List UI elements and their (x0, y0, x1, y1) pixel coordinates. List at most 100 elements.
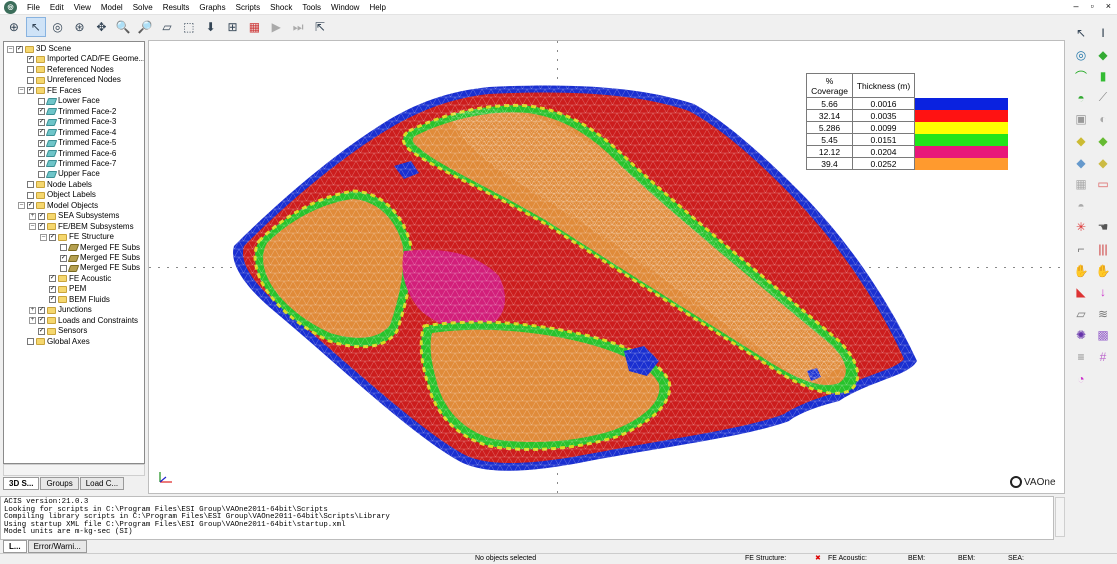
app-logo-icon[interactable]: ◎ (4, 0, 17, 14)
tree-node[interactable]: ✓ BEM Fluids (40, 295, 110, 305)
tree-node[interactable]: Merged FE Subs (51, 263, 140, 273)
menu-results[interactable]: Results (158, 0, 195, 15)
menu-window[interactable]: Window (326, 0, 364, 15)
arrow-down-icon[interactable]: ↓ (1094, 283, 1112, 301)
curve-icon[interactable]: ⌒ (1072, 67, 1090, 85)
tree-node[interactable]: – ✓ FE Faces (18, 86, 81, 96)
rotate-axis-icon[interactable]: ⊛ (70, 17, 90, 37)
zoom-in-icon[interactable]: 🔍 (113, 17, 133, 37)
tree-expander-icon[interactable]: – (40, 233, 47, 241)
ring-icon[interactable]: ◎ (1072, 46, 1090, 64)
tree-expander-icon[interactable]: – (18, 87, 25, 95)
tree-expander-icon[interactable]: + (29, 317, 36, 325)
plate-yellow-icon[interactable]: ◆ (1072, 132, 1090, 150)
tree-checkbox[interactable] (60, 264, 67, 272)
menu-help[interactable]: Help (364, 0, 390, 15)
tree-checkbox[interactable]: ✓ (38, 118, 45, 126)
tree-node[interactable]: Object Labels (18, 190, 96, 200)
tree-node[interactable]: ✓ Sensors (29, 326, 87, 336)
tree-node[interactable]: ✓ Trimmed Face-3 (29, 117, 116, 127)
tree-node[interactable]: ✓ Trimmed Face-5 (29, 138, 116, 148)
dome-gray-icon[interactable]: ◓ (1072, 197, 1090, 215)
tree-checkbox[interactable] (27, 181, 34, 189)
junction-icon[interactable]: ✳ (1072, 218, 1090, 236)
tree-checkbox[interactable] (38, 170, 45, 178)
tree-node[interactable]: Referenced Nodes (18, 65, 114, 75)
hand-icon[interactable]: ☚ (1094, 218, 1112, 236)
message-console[interactable]: ACIS version:21.0.3 Looking for scripts i… (0, 496, 1054, 540)
menu-model[interactable]: Model (96, 0, 128, 15)
tree-checkbox[interactable]: ✓ (27, 202, 34, 210)
tree-checkbox[interactable] (27, 191, 34, 199)
tree-node[interactable]: + ✓ SEA Subsystems (29, 211, 119, 221)
pressure-icon[interactable]: ◣ (1072, 283, 1090, 301)
tree-node[interactable]: ✓ Trimmed Face-7 (29, 159, 116, 169)
tab-groups[interactable]: Groups (40, 477, 79, 490)
tree-expander-icon[interactable]: + (29, 212, 36, 220)
cursor-icon[interactable]: ↖ (1072, 24, 1090, 42)
menu-shock[interactable]: Shock (265, 0, 297, 15)
dome-icon[interactable]: ◓ (1072, 89, 1090, 107)
close-button[interactable]: × (1106, 1, 1111, 11)
plate-force-icon[interactable]: ▱ (1072, 305, 1090, 323)
tree-checkbox[interactable]: ✓ (38, 150, 45, 157)
tab-error-warnings[interactable]: Error/Warni... (27, 540, 87, 553)
menu-solve[interactable]: Solve (128, 0, 158, 15)
zoom-window-icon[interactable]: ▱ (157, 17, 177, 37)
point-load-icon[interactable]: ✋ (1094, 262, 1112, 280)
tree-expander-icon[interactable]: – (18, 202, 25, 210)
diffuse-icon[interactable]: ≋ (1094, 305, 1112, 323)
tree-checkbox[interactable]: ✓ (38, 327, 45, 335)
animation-icon[interactable]: ▶ (266, 17, 286, 37)
restore-button[interactable]: ▫ (1091, 1, 1094, 11)
export-view-icon[interactable]: ⇱ (310, 17, 330, 37)
text-tool-icon[interactable]: I (1094, 24, 1112, 42)
tree-checkbox[interactable]: ✓ (38, 139, 45, 147)
mesh-icon[interactable]: ✺ (1072, 326, 1090, 344)
tree-checkbox[interactable]: ✓ (27, 87, 34, 95)
tree-node[interactable]: – ✓ 3D Scene (7, 44, 71, 54)
pan-icon[interactable]: ✥ (91, 17, 111, 37)
tree-expander-icon[interactable]: – (7, 45, 14, 53)
cylinder-icon[interactable]: ▮ (1094, 67, 1112, 85)
tree-checkbox[interactable]: ✓ (38, 223, 45, 231)
tree-node[interactable]: – ✓ FE/BEM Subsystems (29, 222, 134, 232)
tab-load-cases[interactable]: Load C... (79, 477, 125, 490)
plate-gold-icon[interactable]: ◆ (1094, 154, 1112, 172)
tree-expander-icon[interactable]: – (29, 223, 36, 231)
shell-icon[interactable]: ◐ (1094, 110, 1112, 128)
plate-green-icon[interactable]: ◆ (1094, 132, 1112, 150)
menu-file[interactable]: File (22, 0, 45, 15)
tree-checkbox[interactable]: ✓ (16, 45, 23, 53)
plate-blue-icon[interactable]: ◆ (1072, 154, 1090, 172)
tree-checkbox[interactable]: ✓ (38, 317, 45, 325)
fit-model-icon[interactable]: ⬇ (201, 17, 221, 37)
tree-checkbox[interactable]: ✓ (27, 55, 34, 63)
sensor-icon[interactable]: ⌐ (1072, 240, 1090, 258)
menu-view[interactable]: View (69, 0, 96, 15)
grid-snap-icon[interactable]: ⊞ (223, 17, 243, 37)
wave-icon[interactable]: ◔ (1072, 370, 1090, 388)
tree-node[interactable]: Unreferenced Nodes (18, 75, 121, 85)
color-palette-icon[interactable]: ▦ (244, 17, 264, 37)
select-pointer-icon[interactable]: ↖ (25, 17, 46, 37)
tree-checkbox[interactable]: ✓ (49, 275, 56, 283)
tree-checkbox[interactable] (38, 97, 45, 105)
bars-icon[interactable]: ||| (1094, 240, 1112, 258)
tree-checkbox[interactable] (27, 66, 34, 74)
solid-icon[interactable]: ▦ (1072, 175, 1090, 193)
tree-node[interactable]: ✓ PEM (40, 284, 86, 294)
tree-node[interactable]: Lower Face (29, 96, 100, 106)
tab-3d-scene[interactable]: 3D S... (3, 477, 40, 490)
tree-node[interactable]: ✓ Trimmed Face-4 (29, 128, 116, 138)
tree-node[interactable]: Upper Face (29, 169, 100, 179)
tree-checkbox[interactable]: ✓ (49, 285, 56, 293)
console-scrollbar[interactable] (1055, 497, 1065, 537)
tree-checkbox[interactable]: ✓ (38, 212, 45, 220)
tree-checkbox[interactable]: ✓ (38, 306, 45, 314)
tree-expander-icon[interactable]: + (29, 306, 36, 314)
tree-checkbox[interactable]: ✓ (38, 160, 45, 168)
tree-node[interactable]: – ✓ Model Objects (18, 201, 98, 211)
step-icon[interactable]: ⏭ (288, 17, 308, 37)
tree-checkbox[interactable] (27, 338, 34, 346)
